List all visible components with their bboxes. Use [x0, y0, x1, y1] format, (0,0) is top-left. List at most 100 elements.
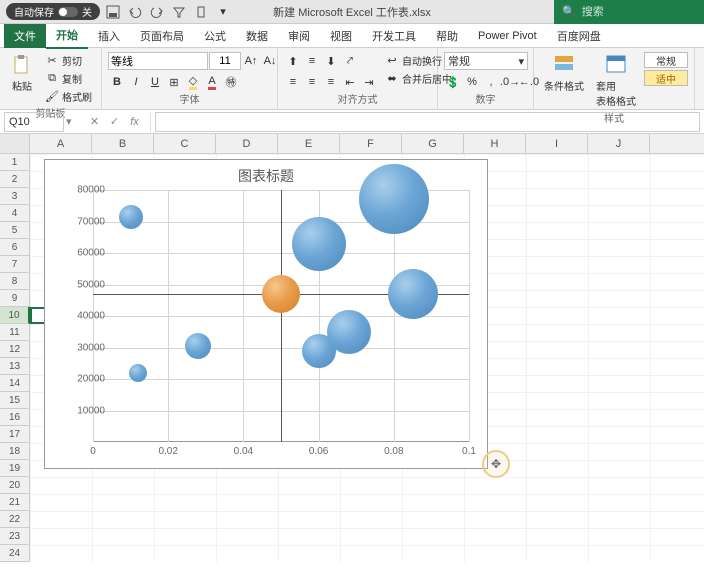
row-header[interactable]: 20 [0, 477, 30, 494]
bubble-point[interactable] [262, 275, 300, 313]
chart-object[interactable]: 图表标题 10000200003000040000500006000070000… [44, 159, 488, 469]
tab-home[interactable]: 开始 [46, 23, 88, 49]
name-box[interactable]: Q10 [4, 112, 64, 132]
cell-style-mid[interactable]: 适中 [644, 70, 688, 86]
row-header[interactable]: 21 [0, 494, 30, 511]
row-header[interactable]: 5 [0, 222, 30, 239]
number-format-select[interactable]: 常规▾ [444, 52, 528, 70]
fx-icon[interactable]: fx [126, 113, 144, 131]
align-left-button[interactable]: ≡ [284, 73, 302, 91]
column-header[interactable]: J [588, 134, 650, 153]
row-header[interactable]: 7 [0, 256, 30, 273]
row-header[interactable]: 1 [0, 154, 30, 171]
row-header[interactable]: 19 [0, 460, 30, 477]
align-right-button[interactable]: ≡ [322, 73, 340, 91]
column-header[interactable]: C [154, 134, 216, 153]
row-header[interactable]: 11 [0, 324, 30, 341]
currency-button[interactable]: 💲 [444, 73, 462, 91]
autosave-toggle[interactable]: 自动保存 关 [6, 3, 100, 20]
comma-button[interactable]: , [482, 73, 500, 91]
row-header[interactable]: 8 [0, 273, 30, 290]
qat-dropdown-icon[interactable]: ▾ [214, 3, 232, 21]
row-header[interactable]: 4 [0, 205, 30, 222]
row-header[interactable]: 15 [0, 392, 30, 409]
decrease-font-icon[interactable]: A↓ [261, 52, 279, 70]
tab-baidu[interactable]: 百度网盘 [547, 24, 611, 48]
tab-view[interactable]: 视图 [320, 24, 362, 48]
cut-button[interactable]: ✂剪切 [42, 52, 95, 69]
bubble-point[interactable] [327, 310, 371, 354]
row-header[interactable]: 17 [0, 426, 30, 443]
column-header[interactable]: D [216, 134, 278, 153]
align-top-button[interactable]: ⬆ [284, 52, 302, 70]
increase-decimal-button[interactable]: .0→ [501, 73, 519, 91]
row-header[interactable]: 24 [0, 545, 30, 562]
fill-color-button[interactable]: ◇ [184, 73, 202, 91]
column-header[interactable]: F [340, 134, 402, 153]
row-header[interactable]: 9 [0, 290, 30, 307]
column-header[interactable]: H [464, 134, 526, 153]
namebox-dropdown-icon[interactable]: ▾ [64, 115, 74, 128]
row-header[interactable]: 23 [0, 528, 30, 545]
underline-button[interactable]: U [146, 73, 164, 91]
cell-style-normal[interactable]: 常规 [644, 52, 688, 68]
paste-button[interactable]: 粘贴 [6, 52, 38, 95]
row-header[interactable]: 22 [0, 511, 30, 528]
cell-grid[interactable]: 图表标题 10000200003000040000500006000070000… [30, 154, 704, 562]
font-name-select[interactable] [108, 52, 208, 70]
enter-formula-icon[interactable]: ✓ [106, 113, 124, 131]
search-box[interactable]: 🔍 [554, 0, 704, 24]
tab-file[interactable]: 文件 [4, 24, 46, 48]
row-header[interactable]: 10 [0, 307, 30, 324]
row-header[interactable]: 6 [0, 239, 30, 256]
copy-button[interactable]: ⧉复制 [42, 70, 95, 87]
column-header[interactable]: G [402, 134, 464, 153]
tab-review[interactable]: 审阅 [278, 24, 320, 48]
touch-icon[interactable] [192, 3, 210, 21]
bubble-point[interactable] [119, 205, 143, 229]
orientation-button[interactable]: ⤤ [341, 52, 359, 70]
filter-icon[interactable] [170, 3, 188, 21]
row-header[interactable]: 14 [0, 375, 30, 392]
conditional-format-button[interactable]: 条件格式 [540, 52, 588, 95]
align-bottom-button[interactable]: ⬇ [322, 52, 340, 70]
table-format-button[interactable]: 套用 表格格式 [592, 52, 640, 110]
percent-button[interactable]: % [463, 73, 481, 91]
font-size-select[interactable] [209, 52, 241, 70]
bubble-point[interactable] [129, 364, 147, 382]
formula-bar[interactable] [155, 112, 700, 132]
tab-layout[interactable]: 页面布局 [130, 24, 194, 48]
font-color-button[interactable]: A [203, 73, 221, 91]
row-header[interactable]: 12 [0, 341, 30, 358]
tab-formulas[interactable]: 公式 [194, 24, 236, 48]
tab-insert[interactable]: 插入 [88, 24, 130, 48]
row-header[interactable]: 16 [0, 409, 30, 426]
tab-data[interactable]: 数据 [236, 24, 278, 48]
indent-decrease-button[interactable]: ⇤ [341, 73, 359, 91]
align-middle-button[interactable]: ≡ [303, 52, 321, 70]
undo-icon[interactable] [126, 3, 144, 21]
border-button[interactable]: ⊞ [165, 73, 183, 91]
italic-button[interactable]: I [127, 73, 145, 91]
bubble-point[interactable] [185, 333, 211, 359]
column-header[interactable]: A [30, 134, 92, 153]
indent-increase-button[interactable]: ⇥ [360, 73, 378, 91]
select-all-corner[interactable] [0, 134, 30, 153]
redo-icon[interactable] [148, 3, 166, 21]
column-header[interactable]: B [92, 134, 154, 153]
tab-powerpivot[interactable]: Power Pivot [468, 26, 547, 46]
format-painter-button[interactable]: 🖌格式刷 [42, 88, 95, 105]
row-header[interactable]: 2 [0, 171, 30, 188]
tab-developer[interactable]: 开发工具 [362, 24, 426, 48]
phonetic-button[interactable]: ㊕ [222, 73, 240, 91]
align-center-button[interactable]: ≡ [303, 73, 321, 91]
save-icon[interactable] [104, 3, 122, 21]
increase-font-icon[interactable]: A↑ [242, 52, 260, 70]
bold-button[interactable]: B [108, 73, 126, 91]
column-header[interactable]: E [278, 134, 340, 153]
chart-plot-area[interactable] [93, 190, 469, 442]
row-header[interactable]: 18 [0, 443, 30, 460]
search-input[interactable] [582, 6, 682, 18]
tab-help[interactable]: 帮助 [426, 24, 468, 48]
bubble-point[interactable] [359, 164, 429, 234]
